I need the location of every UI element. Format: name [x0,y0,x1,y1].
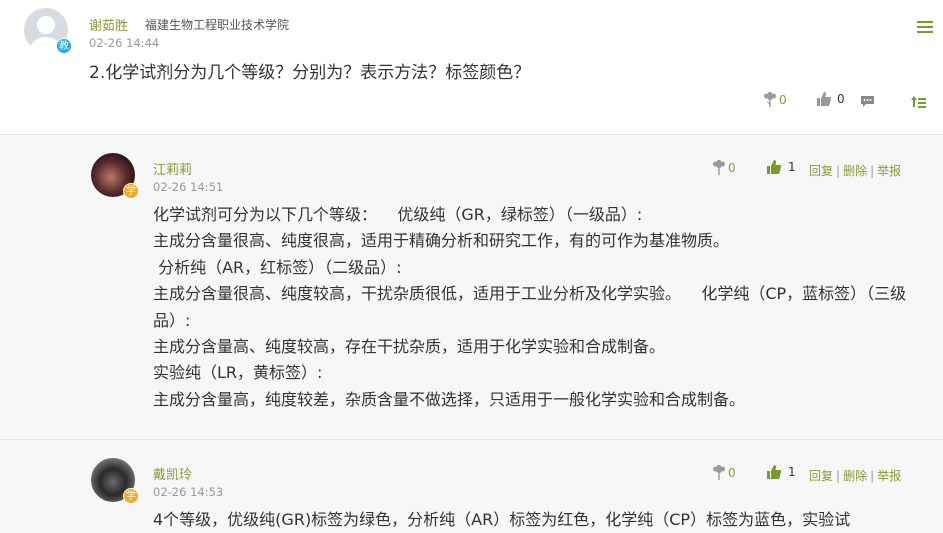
reply-text: 4个等级，优级纯(GR)标签为绿色，分析纯（AR）标签为红色，化学纯（CP）标签… [153,510,851,529]
like-count: 1 [788,465,796,479]
thumbs-up-icon [767,465,782,479]
student-badge: 学 [123,488,139,504]
question-post: 教 谢茹胜 福建生物工程职业技术学院 02-26 14:44 2.化学试剂分为几… [0,0,943,135]
top-button[interactable] [911,95,926,108]
like-count: 0 [837,92,845,106]
reply-item: 学 江莉莉 02-26 14:51 0 1 回复 | 删除 | 举报 化学试剂可分为以下… [0,135,943,440]
author-name[interactable]: 江莉莉 [153,159,192,178]
flower-button[interactable]: 0 [712,465,736,481]
like-button[interactable]: 1 [766,464,796,480]
flower-icon [713,160,725,175]
reply-actions: 回复 | 删除 | 举报 [809,164,902,178]
flower-count: 0 [728,161,736,175]
delete-link[interactable]: 删除 [843,164,867,178]
avatar[interactable]: 教 [24,8,72,54]
flower-button[interactable]: 0 [712,160,736,176]
flower-count: 0 [779,93,787,107]
reply-link[interactable]: 回复 [809,164,833,178]
comment-icon [861,96,874,107]
reply-text: 化学试剂可分为以下几个等级： 优级纯（GR，绿标签）（一级品）: 主成分含量很高… [153,205,907,409]
menu-icon[interactable] [917,21,933,35]
avatar[interactable]: 学 [91,458,139,504]
comment-button[interactable] [860,95,875,108]
report-link[interactable]: 举报 [877,164,901,178]
teacher-badge: 教 [56,38,72,54]
thumbs-up-icon [817,92,832,106]
student-badge: 学 [123,183,139,199]
question-text: 2.化学试剂分为几个等级？分别为？表示方法？标签颜色？ [89,63,531,83]
flower-button[interactable]: 0 [763,92,787,108]
reply-item: 学 戴凯玲 02-26 14:53 0 1 回复 | 删除 | 举报 4个等级，优级纯(… [0,440,943,529]
post-time: 02-26 14:44 [89,36,160,50]
delete-link[interactable]: 删除 [843,469,867,483]
flower-icon [713,465,725,480]
author-name[interactable]: 谢茹胜 [89,15,128,34]
author-name[interactable]: 戴凯玲 [153,464,192,483]
report-link[interactable]: 举报 [877,469,901,483]
thumbs-up-icon [767,160,782,174]
reply-time: 02-26 14:53 [153,485,224,499]
like-button[interactable]: 1 [766,159,796,175]
like-button[interactable]: 0 [816,91,845,107]
flower-count: 0 [728,466,736,480]
avatar[interactable]: 学 [91,153,139,199]
reply-time: 02-26 14:51 [153,180,224,194]
school-name: 福建生物工程职业技术学院 [145,18,290,32]
flower-icon [764,92,776,107]
pin-top-icon [911,96,926,108]
reply-actions: 回复 | 删除 | 举报 [809,469,902,483]
like-count: 1 [788,160,796,174]
reply-link[interactable]: 回复 [809,469,833,483]
